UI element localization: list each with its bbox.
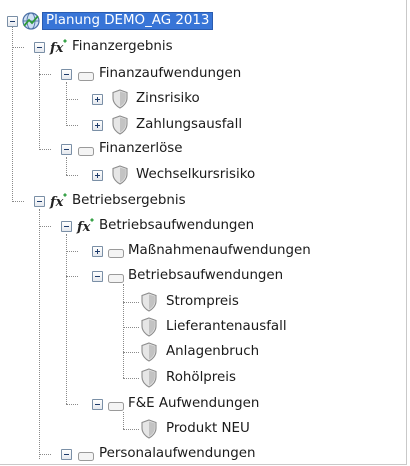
folder-icon: [78, 70, 94, 85]
folder-icon: [108, 400, 124, 415]
svg-text:fx: fx: [76, 220, 91, 235]
shield-icon: [140, 342, 158, 366]
shield-icon: [111, 115, 129, 139]
svg-text:fx: fx: [49, 41, 64, 56]
shield-icon: [140, 368, 158, 392]
collapse-toggle[interactable]: [61, 69, 72, 80]
tree-node-label[interactable]: Strompreis: [166, 293, 239, 311]
collapse-toggle[interactable]: [92, 399, 103, 410]
tree-node-label[interactable]: Produkt NEU: [166, 420, 250, 438]
shield-icon: [140, 292, 158, 316]
tree-node-label[interactable]: Lieferantenausfall: [166, 318, 287, 336]
folder-icon: [108, 247, 124, 262]
collapse-toggle[interactable]: [34, 42, 45, 53]
tree-node-label[interactable]: Rohölpreis: [166, 369, 236, 387]
tree-node-label[interactable]: Wechselkursrisiko: [136, 166, 255, 184]
folder-icon: [108, 272, 124, 287]
shield-icon: [111, 165, 129, 189]
shield-icon: [140, 317, 158, 341]
expand-toggle[interactable]: [92, 120, 103, 131]
tree-node-label[interactable]: Maßnahmenaufwendungen: [128, 242, 311, 260]
collapse-toggle[interactable]: [7, 16, 18, 27]
tree-node-label[interactable]: Planung DEMO_AG 2013: [42, 12, 214, 30]
expand-toggle[interactable]: [92, 94, 103, 105]
tree-node-label[interactable]: F&E Aufwendungen: [128, 395, 259, 413]
tree-node-label[interactable]: Betriebsaufwendungen: [128, 267, 283, 285]
expand-toggle[interactable]: [92, 170, 103, 181]
globe-chart-icon: [21, 11, 41, 35]
collapse-toggle[interactable]: [61, 449, 72, 460]
shield-icon: [140, 419, 158, 443]
function-icon: fx: [49, 192, 69, 214]
tree-node-label[interactable]: Zinsrisiko: [136, 90, 200, 108]
tree-node-label[interactable]: Anlagenbruch: [166, 343, 259, 361]
collapse-toggle[interactable]: [92, 271, 103, 282]
svg-text:fx: fx: [49, 195, 64, 210]
tree-node-label[interactable]: Finanzerlöse: [99, 140, 183, 158]
tree-node-label[interactable]: Finanzaufwendungen: [99, 65, 241, 83]
function-icon: fx: [76, 217, 96, 239]
folder-icon: [78, 145, 94, 160]
shield-icon: [111, 89, 129, 113]
tree-node-label[interactable]: Betriebsaufwendungen: [99, 217, 254, 235]
tree-node-label[interactable]: Personalaufwendungen: [99, 445, 255, 463]
tree-node-label[interactable]: Zahlungsausfall: [136, 116, 242, 134]
tree-node-label[interactable]: Betriebsergebnis: [72, 192, 186, 210]
function-icon: fx: [49, 38, 69, 60]
collapse-toggle[interactable]: [61, 221, 72, 232]
collapse-toggle[interactable]: [34, 196, 45, 207]
folder-icon: [78, 450, 94, 465]
expand-toggle[interactable]: [92, 246, 103, 257]
tree-node-label[interactable]: Finanzergebnis: [72, 38, 173, 56]
collapse-toggle[interactable]: [61, 144, 72, 155]
